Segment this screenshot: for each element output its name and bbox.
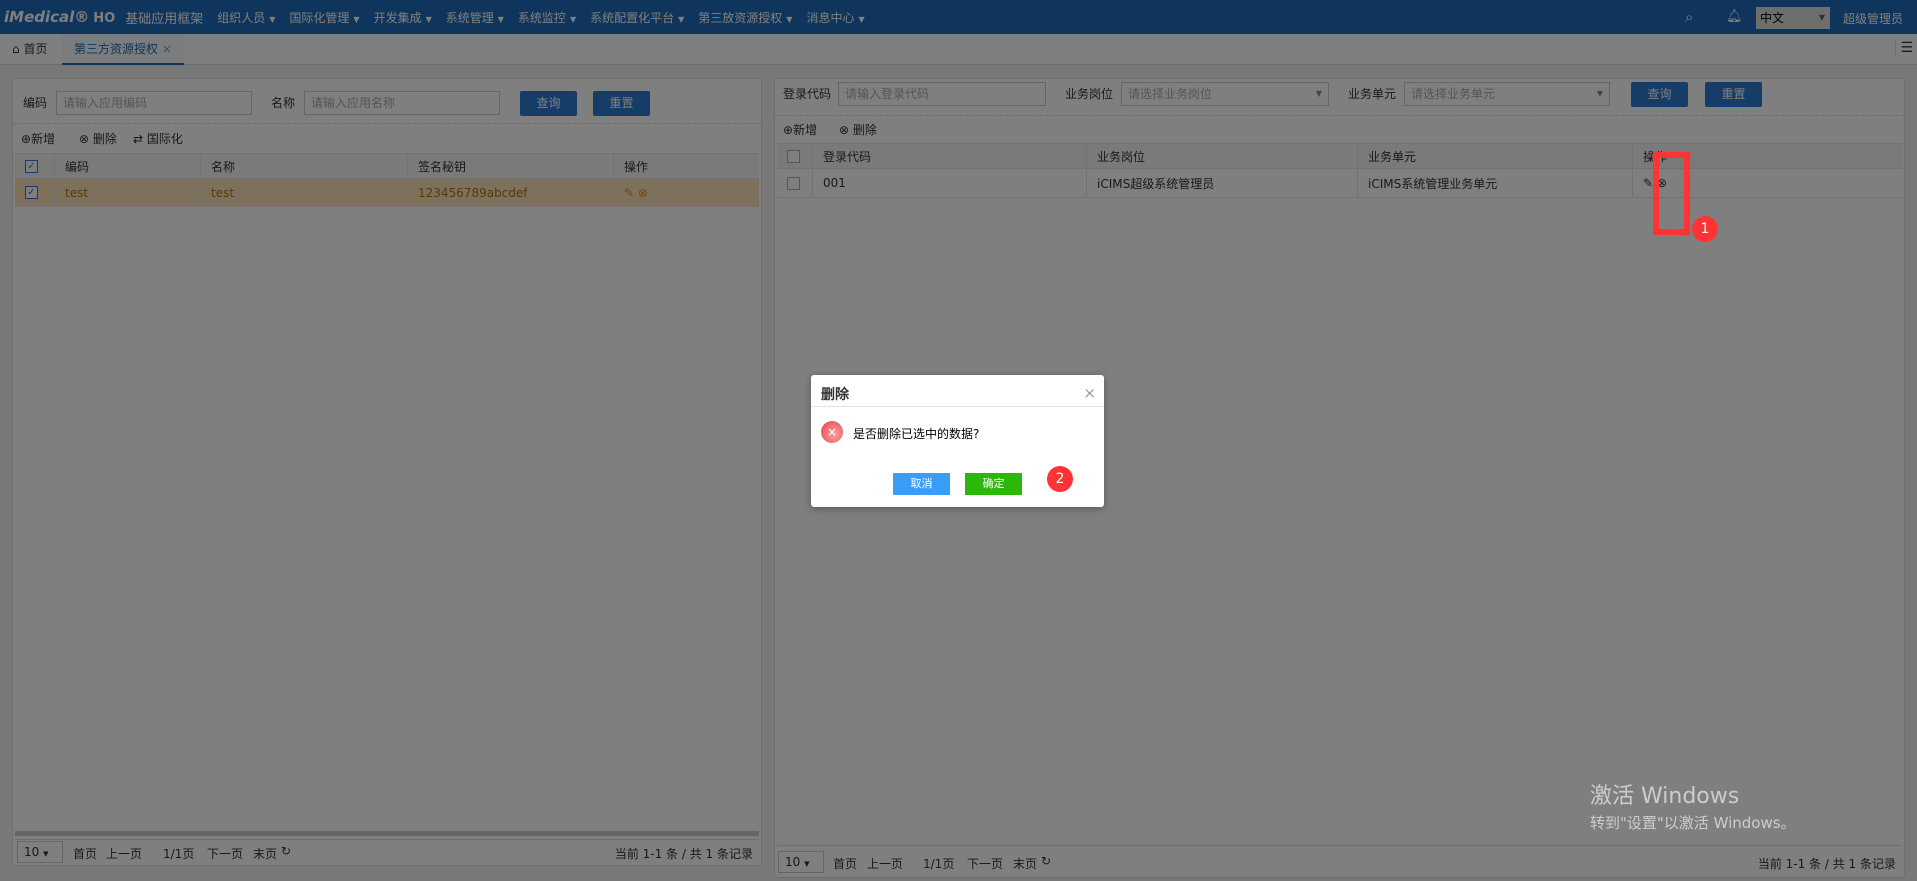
dialog-title: 删除 (821, 387, 849, 403)
annotation-badge-1: 1 (1692, 216, 1718, 242)
annotation-badge-2: 2 (1047, 466, 1073, 492)
cancel-button[interactable]: 取消 (893, 473, 950, 495)
delete-dialog: 删除 × × 是否删除已选中的数据? 取消 确定 2 (811, 375, 1104, 507)
dialog-message: 是否删除已选中的数据? (853, 427, 980, 441)
close-icon[interactable]: × (1083, 384, 1096, 402)
windows-watermark: 激活 Windows 转到"设置"以激活 Windows。 (1590, 784, 1796, 832)
annotation-box (1653, 152, 1690, 235)
confirm-button[interactable]: 确定 (965, 473, 1022, 495)
error-icon: × (821, 421, 843, 443)
